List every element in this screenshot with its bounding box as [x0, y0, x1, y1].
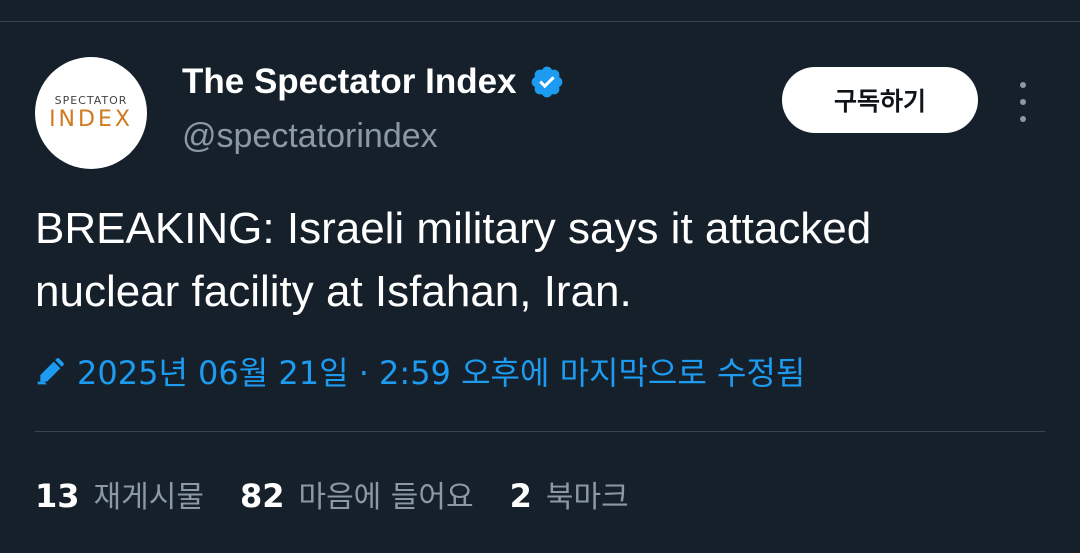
likes-count: 82: [239, 477, 285, 515]
avatar-logo-top: SPECTATOR: [54, 93, 128, 107]
tweet-text: BREAKING: Israeli military says it attac…: [35, 204, 872, 316]
bookmarks-stat[interactable]: 2 북마크: [510, 472, 629, 516]
bookmarks-label: 북마크: [545, 480, 629, 515]
author-handle[interactable]: @spectatorindex: [182, 117, 438, 156]
reposts-stat[interactable]: 13 재게시물: [35, 472, 204, 516]
reposts-count: 13: [35, 477, 80, 515]
subscribe-button[interactable]: 구독하기: [782, 67, 978, 133]
author-display-name[interactable]: The Spectator Index: [182, 62, 565, 102]
verified-badge-icon[interactable]: [529, 64, 565, 100]
avatar[interactable]: SPECTATOR INDEX: [35, 57, 147, 169]
more-dot: [1020, 99, 1026, 105]
more-dot: [1020, 82, 1026, 88]
bookmarks-count: 2: [509, 477, 532, 515]
edited-timestamp-link[interactable]: 2025년 06월 21일 · 2:59 오후에 마지막으로 수정됨: [35, 348, 805, 394]
top-divider: [0, 21, 1080, 22]
avatar-logo-bottom: INDEX: [49, 106, 133, 132]
likes-stat[interactable]: 82 마음에 들어요: [240, 472, 474, 516]
reposts-label: 재게시물: [93, 480, 204, 515]
author-name-text: The Spectator Index: [182, 62, 517, 101]
pencil-icon: [37, 358, 64, 385]
stats-divider: [35, 431, 1045, 432]
engagement-stats: 13 재게시물 82 마음에 들어요 2 북마크: [35, 472, 665, 516]
likes-label: 마음에 들어요: [298, 480, 474, 515]
tweet-detail: SPECTATOR INDEX The Spectator Index @spe…: [0, 0, 1080, 553]
more-dot: [1020, 116, 1026, 122]
edited-label: 2025년 06월 21일 · 2:59 오후에 마지막으로 수정됨: [77, 354, 806, 392]
more-options-icon[interactable]: [1008, 82, 1038, 122]
